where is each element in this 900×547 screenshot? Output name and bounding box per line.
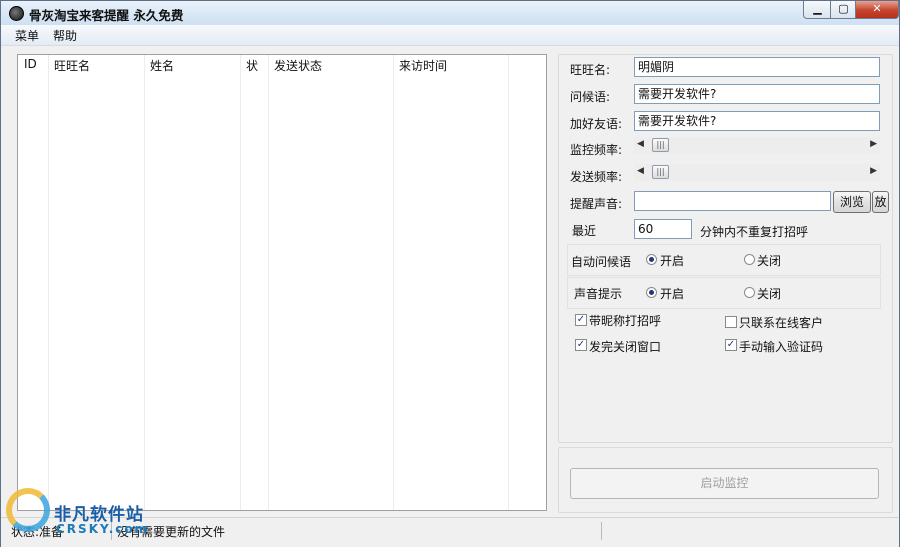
minimize-button[interactable]: ▁ [803, 1, 832, 19]
menu-item-help[interactable]: 帮助 [53, 27, 77, 44]
column-divider [144, 55, 145, 510]
friend-message-label: 加好友语: [570, 117, 623, 131]
play-button[interactable]: 放 [872, 191, 889, 213]
online-only-label[interactable]: 只联系在线客户 [739, 314, 823, 331]
wangwang-field[interactable]: 明媚阴 [634, 57, 880, 77]
sound-tip-off-label[interactable]: 关闭 [757, 285, 781, 302]
crsky-logo-icon [6, 488, 50, 532]
column-header-visit-time[interactable]: 来访时间 [399, 57, 447, 74]
column-header-wangwang[interactable]: 旺旺名 [54, 57, 90, 74]
auto-greeting-on-label[interactable]: 开启 [660, 252, 684, 269]
sound-tip-off-radio[interactable] [744, 287, 755, 298]
watermark-en: CRSKY.com [56, 522, 150, 536]
alert-sound-field[interactable] [634, 191, 831, 211]
column-divider [393, 55, 394, 510]
arrow-left-icon[interactable]: ◀ [637, 166, 644, 176]
column-header-send-status[interactable]: 发送状态 [274, 57, 322, 74]
column-header-name[interactable]: 姓名 [150, 57, 174, 74]
greeting-field[interactable]: 需要开发软件? [634, 84, 880, 104]
auto-greeting-off-radio[interactable] [744, 254, 755, 265]
send-frequency-slider[interactable]: ◀ ||| ▶ [634, 164, 880, 181]
window-title: 骨灰淘宝来客提醒 永久免费 [29, 8, 184, 23]
send-frequency-label: 发送频率: [570, 170, 623, 184]
start-monitor-button[interactable]: 启动监控 [570, 468, 879, 499]
arrow-right-icon[interactable]: ▶ [870, 166, 877, 176]
alert-sound-label: 提醒声音: [570, 197, 623, 211]
menu-item-menu[interactable]: 菜单 [15, 27, 39, 44]
title-bar[interactable]: 骨灰淘宝来客提醒 永久免费 ▁ ▢ ✕ [1, 1, 899, 25]
monitor-frequency-slider[interactable]: ◀ ||| ▶ [634, 137, 880, 154]
column-divider [508, 55, 509, 510]
column-divider [268, 55, 269, 510]
main-window: 骨灰淘宝来客提醒 永久免费 ▁ ▢ ✕ 菜单 帮助 ID 旺旺名 姓名 状 发送… [0, 0, 900, 547]
slider-thumb[interactable]: ||| [652, 165, 669, 179]
arrow-left-icon[interactable]: ◀ [637, 139, 644, 149]
manual-captcha-checkbox[interactable]: ✓ [725, 339, 737, 351]
column-divider [240, 55, 241, 510]
watermark: 非凡软件站 CRSKY.com [4, 488, 164, 546]
wangwang-label: 旺旺名: [570, 63, 611, 77]
online-only-checkbox[interactable] [725, 316, 737, 328]
arrow-right-icon[interactable]: ▶ [870, 139, 877, 149]
sound-tip-on-label[interactable]: 开启 [660, 285, 684, 302]
close-after-send-checkbox[interactable]: ✓ [575, 339, 587, 351]
column-header-id[interactable]: ID [24, 57, 37, 71]
maximize-button[interactable]: ▢ [830, 1, 857, 19]
monitor-frequency-label: 监控频率: [570, 143, 623, 157]
close-button[interactable]: ✕ [855, 1, 899, 19]
sound-tip-label: 声音提示 [574, 287, 623, 301]
browse-button[interactable]: 浏览 [833, 191, 871, 213]
auto-greeting-label: 自动问候语 [571, 255, 632, 269]
greeting-label: 问候语: [570, 90, 611, 104]
manual-captcha-label[interactable]: 手动输入验证码 [739, 338, 823, 355]
column-header-status[interactable]: 状 [246, 57, 258, 74]
visitor-list[interactable]: ID 旺旺名 姓名 状 发送状态 来访时间 [17, 54, 547, 511]
nickname-greeting-checkbox[interactable]: ✓ [575, 314, 587, 326]
recent-label: 最近 [572, 224, 597, 238]
recent-suffix-label: 分钟内不重复打招呼 [700, 225, 809, 239]
column-divider [48, 55, 49, 510]
sound-tip-on-radio[interactable] [646, 287, 657, 298]
auto-greeting-on-radio[interactable] [646, 254, 657, 265]
recent-minutes-field[interactable]: 60 [634, 219, 692, 239]
friend-message-field[interactable]: 需要开发软件? [634, 111, 880, 131]
menu-bar: 菜单 帮助 [1, 25, 899, 46]
auto-greeting-off-label[interactable]: 关闭 [757, 252, 781, 269]
nickname-greeting-label[interactable]: 带昵称打招呼 [589, 312, 661, 329]
app-icon [9, 6, 24, 21]
status-separator [601, 522, 602, 540]
close-after-send-label[interactable]: 发完关闭窗口 [589, 338, 661, 355]
slider-thumb[interactable]: ||| [652, 138, 669, 152]
